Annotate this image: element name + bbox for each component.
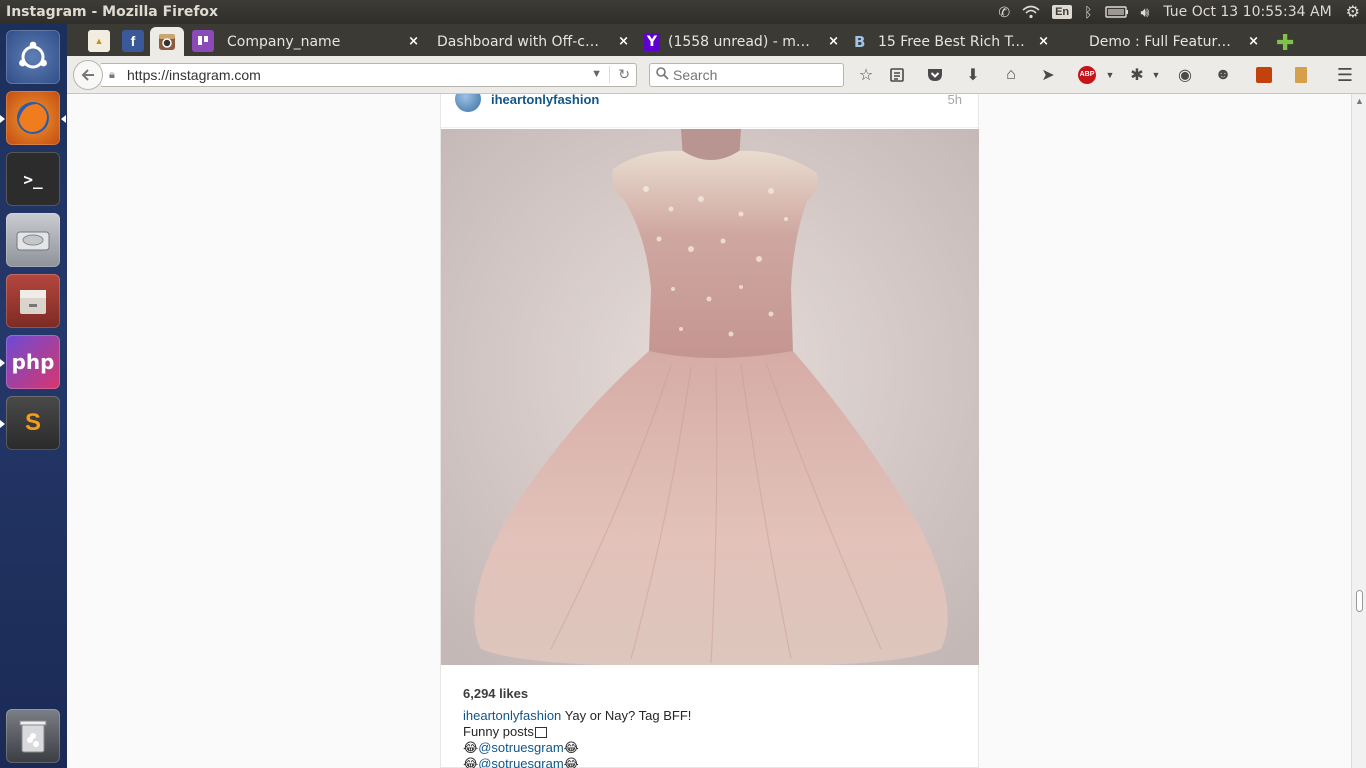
close-icon[interactable]: × xyxy=(1248,34,1259,49)
mention-link[interactable]: @sotruesgram xyxy=(478,756,563,768)
wifi-icon[interactable] xyxy=(1016,0,1046,24)
firefox-icon[interactable] xyxy=(6,91,60,145)
chevron-down-icon[interactable]: ▼ xyxy=(1145,64,1167,86)
mention-link[interactable]: @sotruesgram xyxy=(478,740,563,755)
post-photo[interactable] xyxy=(441,129,979,665)
top-panel: Instagram - Mozilla Firefox ✆ En ᛒ 🔊︎ Tu… xyxy=(0,0,1366,24)
url-text: https://instagram.com xyxy=(127,67,261,83)
tab-company-name[interactable]: Company_name × xyxy=(219,28,427,56)
post-header: iheartonlyfashion 5h xyxy=(441,94,978,128)
battery-icon[interactable] xyxy=(1099,0,1135,24)
close-icon[interactable]: × xyxy=(618,34,629,49)
b-favicon-icon: B xyxy=(854,33,866,51)
caption-line-2: Funny posts xyxy=(463,724,534,739)
notes-icon[interactable] xyxy=(1290,64,1312,86)
yahoo-icon: Y xyxy=(644,33,660,51)
tab-dashboard[interactable]: Dashboard with Off-ca... × xyxy=(429,28,637,56)
menu-icon[interactable]: ☰ xyxy=(1334,64,1356,86)
bookmark-star-icon[interactable]: ☆ xyxy=(855,64,877,86)
disk-icon[interactable] xyxy=(6,213,60,267)
tab-strip: ▲ f Company_name × Dashboard with Off-ca… xyxy=(67,24,1366,56)
system-tray: ✆ En ᛒ 🔊︎ Tue Oct 13 10:55:34 AM ⚙ xyxy=(992,0,1366,24)
trash-icon[interactable] xyxy=(6,709,60,763)
pinned-tab-pma[interactable]: ▲ xyxy=(88,30,110,52)
back-button[interactable] xyxy=(73,60,103,90)
unity-launcher: >_ php S xyxy=(0,24,67,768)
laughing-emoji-icon: 😂 xyxy=(463,756,479,768)
search-bar[interactable] xyxy=(649,63,844,87)
laughing-emoji-icon: 😂 xyxy=(563,740,579,755)
ghost-icon[interactable]: ◉ xyxy=(1174,64,1196,86)
post-username[interactable]: iheartonlyfashion xyxy=(491,94,599,107)
laughing-emoji-icon: 😂 xyxy=(463,740,479,755)
scrollbar-thumb[interactable] xyxy=(1356,590,1363,612)
tab-yahoo-mail[interactable]: Y (1558 unread) - mari... × xyxy=(644,28,847,56)
tab-demo[interactable]: Demo : Full Feature... × xyxy=(1081,28,1261,56)
new-tab-button[interactable]: ✚ xyxy=(1276,30,1294,56)
emoji-box-icon xyxy=(534,727,547,739)
reading-list-icon[interactable] xyxy=(886,64,908,86)
vertical-scrollbar[interactable]: ▲ xyxy=(1351,94,1366,768)
lock-icon: 🔒︎ xyxy=(109,68,115,81)
phone-icon[interactable]: ✆ xyxy=(992,0,1016,24)
post-caption: iheartonlyfashion Yay or Nay? Tag BFF! F… xyxy=(463,708,963,768)
close-icon[interactable]: × xyxy=(408,34,419,49)
chat-icon[interactable]: ☻ xyxy=(1212,64,1234,86)
chevron-down-icon[interactable]: ▼ xyxy=(1099,64,1121,86)
url-bar[interactable]: 🔒︎ https://instagram.com ▼ ↻ xyxy=(101,63,637,87)
chevron-down-icon[interactable]: ▼ xyxy=(591,68,602,80)
keyboard-layout-indicator[interactable]: En xyxy=(1046,0,1078,24)
pocket-icon[interactable] xyxy=(924,64,946,86)
search-input[interactable] xyxy=(673,67,833,83)
like-count[interactable]: 6,294 likes xyxy=(463,686,528,701)
ubuntu-dash-icon[interactable] xyxy=(6,30,60,84)
download-icon[interactable]: ⬇ xyxy=(962,64,984,86)
phpstorm-icon[interactable]: php xyxy=(6,335,60,389)
reload-icon[interactable]: ↻ xyxy=(609,66,630,83)
close-icon[interactable]: × xyxy=(828,34,839,49)
search-icon xyxy=(650,67,673,83)
page-viewport: iheartonlyfashion 5h 6,294 likes ihearto… xyxy=(67,94,1351,768)
clock[interactable]: Tue Oct 13 10:55:34 AM xyxy=(1155,0,1339,24)
home-icon[interactable]: ⌂ xyxy=(1000,64,1022,86)
facebook-icon[interactable]: f xyxy=(122,30,144,52)
avatar[interactable] xyxy=(455,94,481,112)
laughing-emoji-icon: 😂 xyxy=(563,756,579,768)
window-title: Instagram - Mozilla Firefox xyxy=(6,4,219,20)
scroll-up-icon[interactable]: ▲ xyxy=(1355,96,1364,106)
trello-icon[interactable] xyxy=(192,30,214,52)
bluetooth-icon[interactable]: ᛒ xyxy=(1078,0,1098,24)
tab-rich-text[interactable]: B 15 Free Best Rich Te... × xyxy=(854,28,1057,56)
caption-text: Yay or Nay? Tag BFF! xyxy=(564,708,692,723)
instagram-post: iheartonlyfashion 5h 6,294 likes ihearto… xyxy=(440,94,979,768)
pinned-tab-instagram[interactable] xyxy=(150,27,184,56)
adblock-icon[interactable]: ABP xyxy=(1076,64,1098,86)
gear-icon[interactable]: ⚙ xyxy=(1340,0,1366,24)
sublime-text-icon[interactable]: S xyxy=(6,396,60,450)
navigation-toolbar: 🔒︎ https://instagram.com ▼ ↻ ☆ ⬇ ⌂ ➤ ABP… xyxy=(67,56,1366,94)
send-icon[interactable]: ➤ xyxy=(1037,64,1059,86)
close-icon[interactable]: × xyxy=(1038,34,1049,49)
volume-icon[interactable]: 🔊︎ xyxy=(1135,0,1156,24)
terminal-icon[interactable]: >_ xyxy=(6,152,60,206)
post-timestamp[interactable]: 5h xyxy=(948,94,962,107)
caption-username[interactable]: iheartonlyfashion xyxy=(463,708,561,723)
extension-icon[interactable] xyxy=(1253,64,1275,86)
files-icon[interactable] xyxy=(6,274,60,328)
